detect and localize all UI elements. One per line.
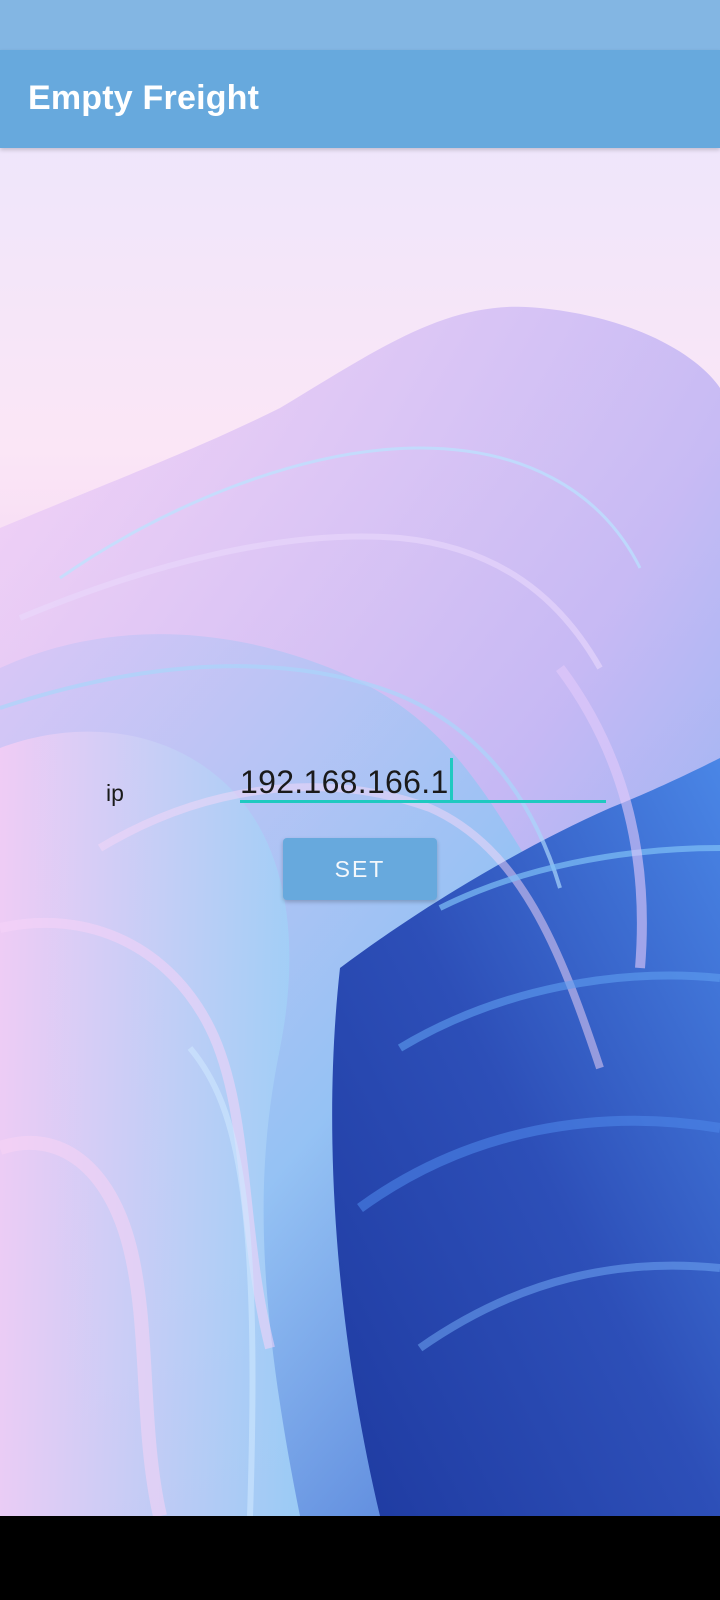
main-content: ip 192.168.166.1 SET bbox=[0, 148, 720, 1516]
ip-label: ip bbox=[106, 780, 124, 806]
wallpaper-image bbox=[0, 306, 720, 1516]
ip-input[interactable]: 192.168.166.1 bbox=[240, 754, 606, 803]
status-bar bbox=[0, 0, 720, 50]
set-button[interactable]: SET bbox=[283, 838, 437, 900]
navigation-bar bbox=[0, 1516, 720, 1600]
app-title: Empty Freight bbox=[28, 79, 260, 117]
text-cursor bbox=[449, 758, 453, 800]
app-bar: Empty Freight bbox=[0, 50, 720, 148]
ip-input-value-wrap: 192.168.166.1 bbox=[240, 758, 453, 801]
ip-input-value: 192.168.166.1 bbox=[240, 764, 449, 800]
